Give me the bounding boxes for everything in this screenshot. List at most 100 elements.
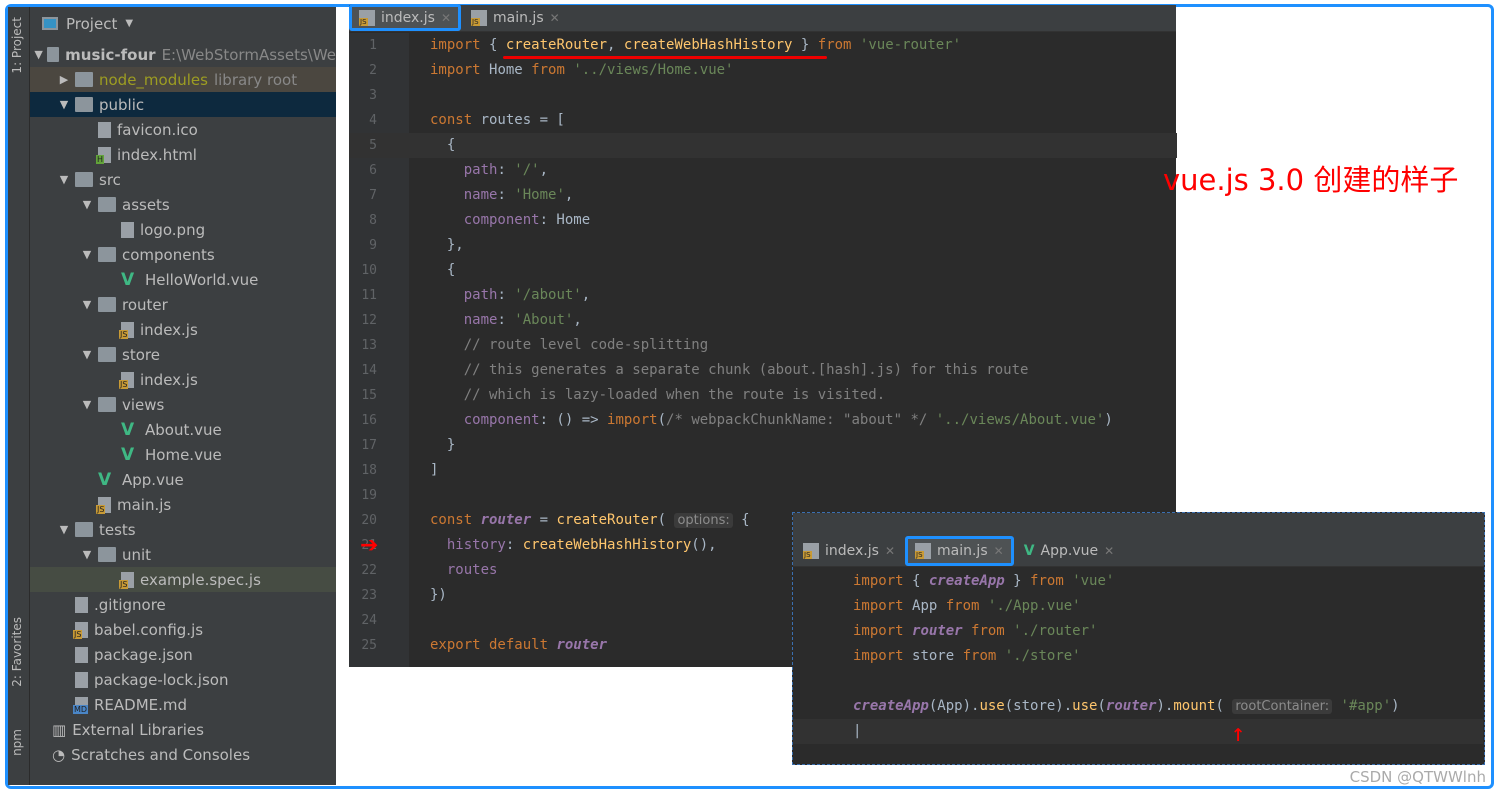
close-icon[interactable]: ✕ — [994, 544, 1004, 558]
editor-tabs: JS index.js ✕ JS main.js ✕ — [349, 4, 1176, 32]
tree-item[interactable]: JS example.spec.js — [30, 567, 336, 592]
tree-item[interactable]: package-lock.json — [30, 667, 336, 692]
code-token: history — [430, 537, 506, 553]
folder-icon — [98, 397, 116, 412]
tree-item[interactable]: JS index.js — [30, 367, 336, 392]
folder-icon — [75, 72, 93, 87]
code-token: Home — [489, 62, 532, 78]
tree-item[interactable]: ▼ src — [30, 167, 336, 192]
code-token: import — [853, 598, 913, 614]
tree-item[interactable]: Hindex.html — [30, 142, 336, 167]
js-file-icon: JS — [471, 9, 487, 26]
tree-item[interactable]: V HelloWorld.vue — [30, 267, 336, 292]
tree-item[interactable]: ▼ router — [30, 292, 336, 317]
tree-item-label: public — [99, 95, 145, 114]
tree-item[interactable]: JS main.js — [30, 492, 336, 517]
tree-item-label: components — [122, 245, 215, 264]
tree-item-label: README.md — [94, 695, 188, 714]
code-token: /* webpackChunkName: "about" */ — [666, 412, 936, 428]
tree-item-label: App.vue — [122, 470, 184, 489]
expand-arrow-icon[interactable]: ▼ — [80, 248, 94, 261]
file-icon — [75, 646, 88, 663]
vue-file-icon: V — [121, 444, 135, 465]
collapse-arrow-icon[interactable]: ▶ — [57, 73, 71, 86]
line-number: 8 — [369, 213, 377, 228]
tree-item[interactable]: ◔ Scratches and Consoles — [30, 742, 336, 767]
tree-item[interactable]: V Home.vue — [30, 442, 336, 467]
tree-item[interactable]: package.json — [30, 642, 336, 667]
tree-item-label: External Libraries — [72, 720, 204, 739]
npm-tool-tab[interactable]: npm — [10, 729, 24, 756]
tree-item-label: index.js — [140, 370, 198, 389]
code-token: component — [430, 212, 540, 228]
tree-item[interactable]: JS index.js — [30, 317, 336, 342]
tab-app-vue[interactable]: V App.vue ✕ — [1014, 536, 1124, 566]
tree-item[interactable]: ▼ components — [30, 242, 336, 267]
tree-item[interactable]: ▶ node_modules library root — [30, 67, 336, 92]
expand-arrow-icon[interactable]: ▼ — [80, 398, 94, 411]
code-line: createApp(App).use(store).use(router).mo… — [793, 694, 1483, 719]
code-token: router — [1105, 698, 1157, 714]
close-icon[interactable]: ✕ — [441, 11, 451, 25]
folder-icon — [98, 247, 116, 262]
parameter-hint: options: — [674, 513, 733, 528]
tree-item[interactable]: V App.vue — [30, 467, 336, 492]
favorites-tool-tab[interactable]: 2: Favorites — [10, 617, 24, 687]
code-line: 9 }, — [349, 233, 1177, 258]
project-panel-header[interactable]: Project ▼ — [30, 7, 336, 40]
expand-arrow-icon[interactable]: ▼ — [80, 348, 94, 361]
line-number: 6 — [369, 163, 377, 178]
tree-item[interactable]: V About.vue — [30, 417, 336, 442]
code-text: // which is lazy-loaded when the route i… — [430, 383, 885, 408]
expand-arrow-icon[interactable]: ▼ — [34, 48, 43, 61]
expand-arrow-icon[interactable]: ▼ — [80, 548, 94, 561]
code-token: component — [430, 412, 540, 428]
tree-item-path: E:\WebStormAssets\We — [161, 45, 336, 64]
tab-index-js[interactable]: JS index.js ✕ — [349, 4, 461, 31]
expand-arrow-icon[interactable]: ▼ — [80, 198, 94, 211]
code-token: import — [853, 648, 913, 664]
close-icon[interactable]: ✕ — [550, 11, 560, 25]
code-token: : Home — [539, 212, 591, 228]
code-token: // which is lazy-loaded when the route i… — [430, 387, 886, 403]
tree-item[interactable]: ▼ store — [30, 342, 336, 367]
code-token: ( — [1097, 698, 1106, 714]
project-tool-tab[interactable]: 1: Project — [10, 17, 24, 74]
code-token: name — [430, 312, 498, 328]
red-underline-annotation — [503, 56, 827, 59]
tree-item[interactable]: ▼ unit — [30, 542, 336, 567]
expand-arrow-icon[interactable]: ▼ — [80, 298, 94, 311]
tree-item[interactable]: ▼ tests — [30, 517, 336, 542]
tree-item[interactable]: ▼ public — [30, 92, 336, 117]
tree-item[interactable]: ▥ External Libraries — [30, 717, 336, 742]
code-token: from — [945, 598, 988, 614]
expand-arrow-icon[interactable]: ▼ — [57, 98, 71, 111]
tree-item[interactable]: favicon.ico — [30, 117, 336, 142]
code-token: 'About' — [514, 312, 574, 328]
tree-item[interactable]: ▼ music-four E:\WebStormAssets\We — [30, 42, 336, 67]
tree-item[interactable]: ▼ views — [30, 392, 336, 417]
code-token: ( — [1215, 698, 1233, 714]
tree-item[interactable]: ▼ assets — [30, 192, 336, 217]
code-token: createApp — [853, 698, 929, 714]
expand-arrow-icon[interactable]: ▼ — [57, 523, 71, 536]
inset-tabs: JS index.js ✕ JS main.js ✕ V App.vue ✕ — [793, 536, 1484, 567]
tab-main-js[interactable]: JS main.js ✕ — [905, 536, 1014, 566]
folder-icon — [47, 47, 60, 62]
tree-item[interactable]: MD README.md — [30, 692, 336, 717]
project-panel: Project ▼ ▼ music-four E:\WebStormAssets\… — [30, 7, 336, 785]
close-icon[interactable]: ✕ — [1104, 544, 1114, 558]
code-token: }, — [430, 237, 464, 253]
expand-arrow-icon[interactable]: ▼ — [57, 173, 71, 186]
vue-file-icon: V — [1023, 543, 1035, 559]
tree-item[interactable]: logo.png — [30, 217, 336, 242]
tab-index-js[interactable]: JS index.js ✕ — [793, 536, 905, 566]
tree-item-label: babel.config.js — [94, 620, 204, 639]
chevron-down-icon[interactable]: ▼ — [125, 18, 133, 29]
code-text: name: 'Home', — [430, 183, 574, 208]
tree-item[interactable]: JS babel.config.js — [30, 617, 336, 642]
tab-main-js[interactable]: JS main.js ✕ — [461, 4, 570, 31]
close-icon[interactable]: ✕ — [885, 544, 895, 558]
tree-item[interactable]: .gitignore — [30, 592, 336, 617]
